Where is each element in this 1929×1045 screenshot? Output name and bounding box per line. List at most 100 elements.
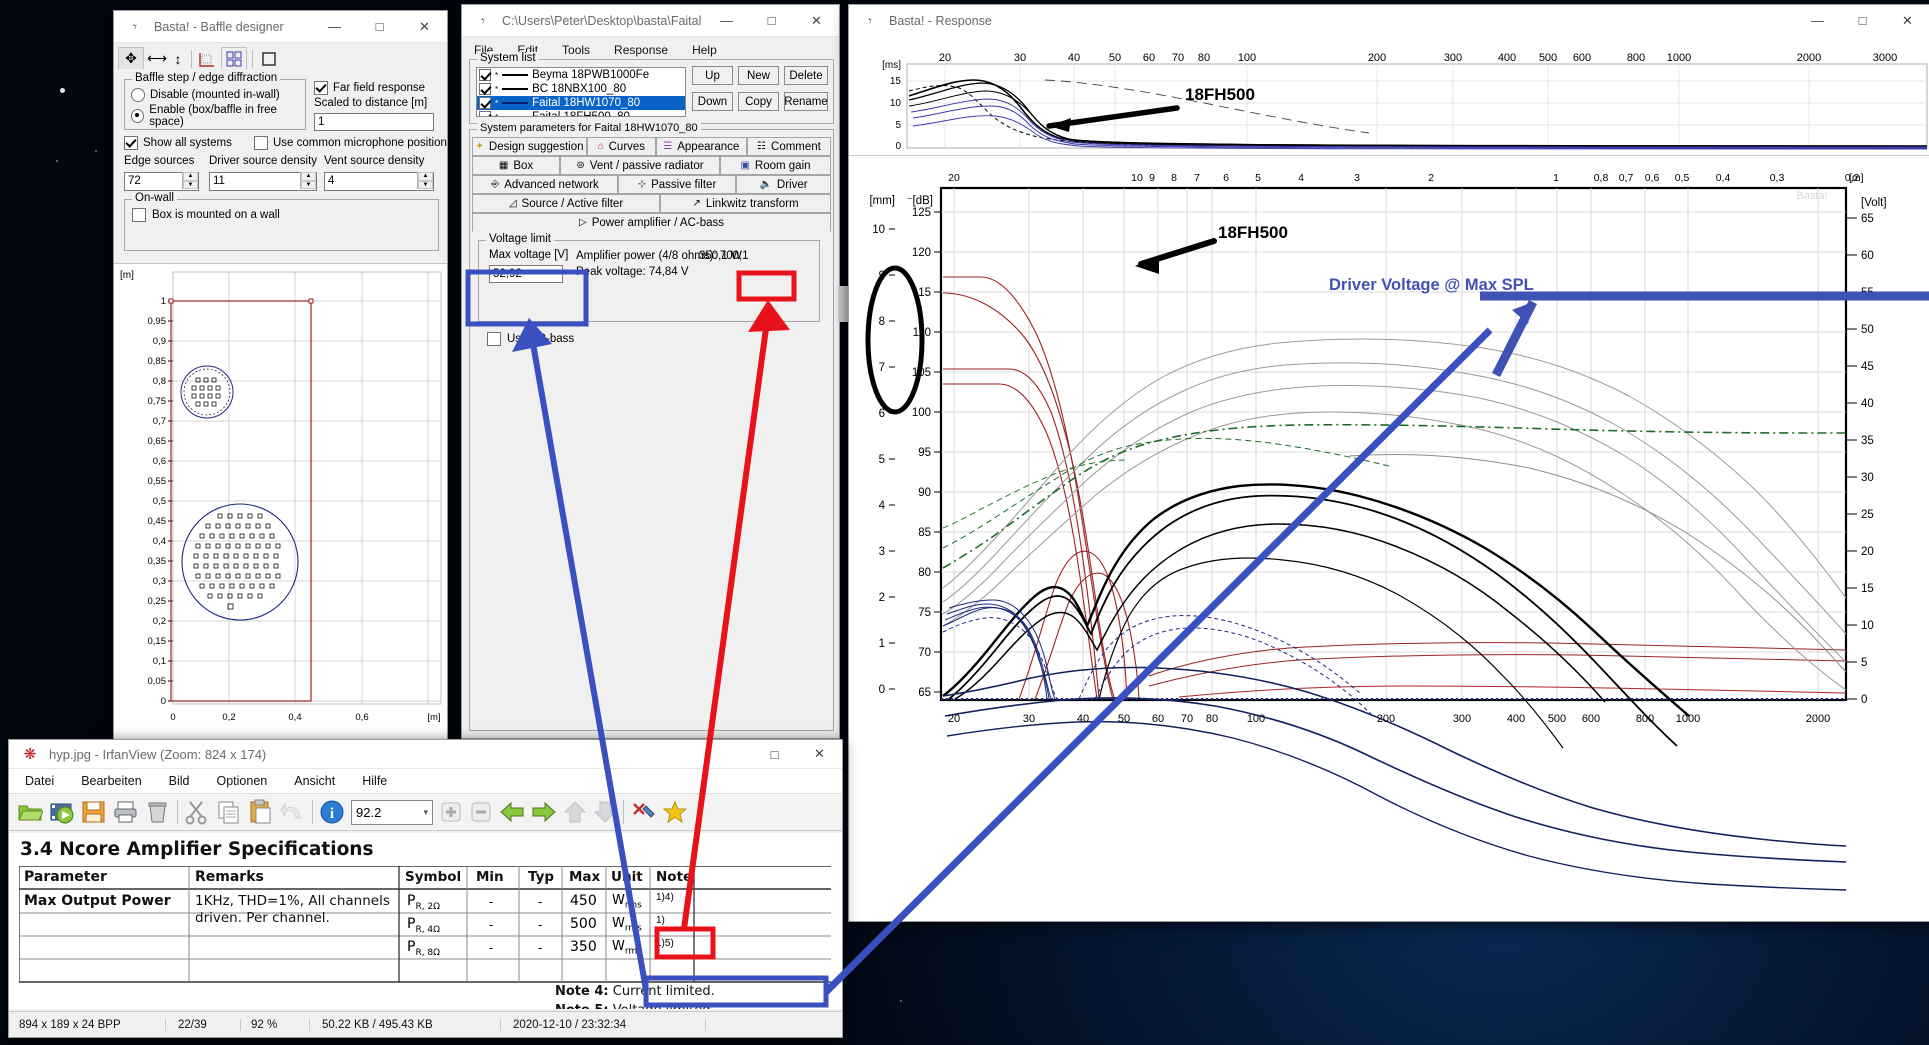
copy-button[interactable]: Copy xyxy=(738,92,779,111)
tab-power-amplifier-ac-bass[interactable]: ▷ Power amplifier / AC-bass xyxy=(472,213,831,232)
baffle-titlebar[interactable]: 𝄾 Basta! - Baffle designer — □ ✕ xyxy=(114,11,447,43)
paste-icon[interactable] xyxy=(248,799,274,825)
close-button[interactable]: ✕ xyxy=(797,740,842,768)
maximize-button[interactable]: □ xyxy=(1840,5,1885,36)
list-item[interactable]: * Faital 18FH500_80 xyxy=(477,110,685,116)
system-listbox[interactable]: * Beyma 18PWB1000Fe * BC 18NBX100_80 * F… xyxy=(476,67,686,117)
menu-bearbeiten[interactable]: Bearbeiten xyxy=(77,772,145,790)
down-button[interactable]: Down xyxy=(692,92,733,111)
show-all-systems-checkbox[interactable]: Show all systems xyxy=(124,136,232,150)
horizontal-resize-icon[interactable]: ⟷ xyxy=(146,48,168,70)
list-item-selected[interactable]: * Faital 18HW1070_80 xyxy=(477,96,685,110)
baffle-designer-window[interactable]: 𝄾 Basta! - Baffle designer — □ ✕ ✥ ⟷ ↕ B… xyxy=(113,10,448,739)
tab-box[interactable]: ▦ Box xyxy=(472,156,560,175)
cut-icon[interactable] xyxy=(184,799,210,825)
menu-ansicht[interactable]: Ansicht xyxy=(290,772,339,790)
open-folder-icon[interactable] xyxy=(17,799,43,825)
basta-main-window[interactable]: 𝄾 C:\Users\Peter\Desktop\basta\Faital 1.… xyxy=(461,4,840,796)
tab-linkwitz-transform[interactable]: ↗ Linkwitz transform xyxy=(660,194,831,213)
grid-icon[interactable] xyxy=(221,46,247,71)
menu-tools[interactable]: Tools xyxy=(558,41,594,59)
item-checkbox[interactable] xyxy=(479,111,491,116)
previous-icon[interactable] xyxy=(499,800,525,824)
basta-scrollbar[interactable] xyxy=(838,286,848,322)
item-checkbox[interactable] xyxy=(479,97,491,109)
maximize-button[interactable]: □ xyxy=(752,740,797,768)
vertical-resize-icon[interactable]: ↕ xyxy=(170,48,186,70)
zoom-combo[interactable]: 92.2 ▾ xyxy=(351,799,433,825)
edge-sources-spin[interactable]: ▲ ▼ xyxy=(182,172,198,189)
radio-disable-in-wall[interactable]: Disable (mounted in-wall) xyxy=(131,88,305,102)
menu-response[interactable]: Response xyxy=(610,41,672,59)
close-button[interactable]: ✕ xyxy=(402,11,447,42)
copy-icon[interactable] xyxy=(216,799,242,825)
item-checkbox[interactable] xyxy=(479,69,491,81)
irfanview-titlebar[interactable]: ❋ hyp.jpg - IrfanView (Zoom: 824 x 174) … xyxy=(9,740,842,769)
rename-button[interactable]: Rename xyxy=(784,92,828,111)
vent-density-spin[interactable]: ▲ ▼ xyxy=(417,172,433,189)
minimize-button[interactable]: — xyxy=(312,11,357,42)
minimize-button[interactable]: — xyxy=(1795,5,1840,36)
common-mic-checkbox[interactable]: Use common microphone position xyxy=(254,136,447,150)
tab-appearance[interactable]: ☰ Appearance xyxy=(655,137,747,156)
tab-advanced-network[interactable]: ⎆ Advanced network xyxy=(472,175,618,194)
first-icon[interactable] xyxy=(563,800,587,824)
irfanview-window[interactable]: ❋ hyp.jpg - IrfanView (Zoom: 824 x 174) … xyxy=(8,739,843,1038)
menu-hilfe[interactable]: Hilfe xyxy=(358,772,391,790)
delete-icon[interactable] xyxy=(145,799,171,825)
rect-icon[interactable] xyxy=(258,48,280,70)
radio-enable-free-space[interactable]: Enable (box/baffle in free space) xyxy=(131,104,305,128)
irfanview-menubar[interactable]: Datei Bearbeiten Bild Optionen Ansicht H… xyxy=(9,769,842,793)
info-icon[interactable]: i xyxy=(319,799,345,825)
tab-design-suggestion[interactable]: ✦ Design suggestion xyxy=(472,137,588,156)
far-field-response-checkbox[interactable]: Far field response xyxy=(314,81,425,95)
driver-density-spin[interactable]: ▲ ▼ xyxy=(300,172,316,189)
close-button[interactable]: ✕ xyxy=(1885,5,1929,36)
edge-sources-stepper[interactable]: ▲▼ xyxy=(124,171,199,191)
menu-help[interactable]: Help xyxy=(688,41,721,59)
favorites-icon[interactable] xyxy=(662,800,688,824)
scaled-distance-input[interactable] xyxy=(314,113,434,131)
menu-bild[interactable]: Bild xyxy=(165,772,194,790)
move-icon[interactable]: ✥ xyxy=(118,46,144,71)
response-window[interactable]: 𝄾 Basta! - Response — □ ✕ 20 30 40 50 60 70 … xyxy=(848,4,1929,922)
tab-vent-passive-radiator[interactable]: ⊜ Vent / passive radiator xyxy=(560,156,720,175)
max-voltage-input[interactable] xyxy=(489,265,563,283)
basta-titlebar[interactable]: 𝄾 C:\Users\Peter\Desktop\basta\Faital 1.… xyxy=(462,5,839,37)
list-item[interactable]: * Beyma 18PWB1000Fe xyxy=(477,68,685,82)
settings-icon[interactable] xyxy=(630,800,656,824)
undo-icon[interactable] xyxy=(280,799,306,825)
menu-optionen[interactable]: Optionen xyxy=(213,772,272,790)
tab-curves[interactable]: ⌂ Curves xyxy=(587,137,656,156)
item-checkbox[interactable] xyxy=(479,83,491,95)
menu-datei[interactable]: Datei xyxy=(21,772,58,790)
response-titlebar[interactable]: 𝄾 Basta! - Response — □ ✕ xyxy=(849,5,1929,37)
maximize-button[interactable]: □ xyxy=(749,5,794,36)
up-button[interactable]: Up xyxy=(692,66,733,85)
delete-button[interactable]: Delete xyxy=(784,66,828,85)
slideshow-icon[interactable] xyxy=(49,799,75,825)
close-button[interactable]: ✕ xyxy=(794,5,839,36)
tab-passive-filter[interactable]: ⊹ Passive filter xyxy=(618,175,736,194)
vent-density-stepper[interactable]: ▲▼ xyxy=(324,171,434,191)
last-icon[interactable] xyxy=(593,800,617,824)
new-button[interactable]: New xyxy=(738,66,779,85)
zoom-out-icon[interactable] xyxy=(469,800,493,824)
use-ac-bass-checkbox[interactable]: Use AC-bass xyxy=(487,332,574,346)
next-icon[interactable] xyxy=(531,800,557,824)
save-icon[interactable] xyxy=(81,799,107,825)
maximize-button[interactable]: □ xyxy=(357,11,402,42)
axes-icon[interactable] xyxy=(197,48,219,70)
list-item[interactable]: * BC 18NBX100_80 xyxy=(477,82,685,96)
print-icon[interactable] xyxy=(113,799,139,825)
tab-comment[interactable]: ☷ Comment xyxy=(746,137,831,156)
minimize-button[interactable]: — xyxy=(704,5,749,36)
tab-source-active-filter[interactable]: ◿ Source / Active filter xyxy=(472,194,660,213)
tab-driver[interactable]: 🔈 Driver xyxy=(736,175,831,194)
zoom-in-icon[interactable] xyxy=(439,800,463,824)
chevron-down-icon[interactable]: ▾ xyxy=(423,807,428,818)
tab-room-gain[interactable]: ▣ Room gain xyxy=(720,156,831,175)
svg-text:10: 10 xyxy=(872,224,885,236)
driver-density-stepper[interactable]: ▲▼ xyxy=(209,171,317,191)
irfanview-toolbar[interactable]: i 92.2 ▾ xyxy=(9,793,842,831)
